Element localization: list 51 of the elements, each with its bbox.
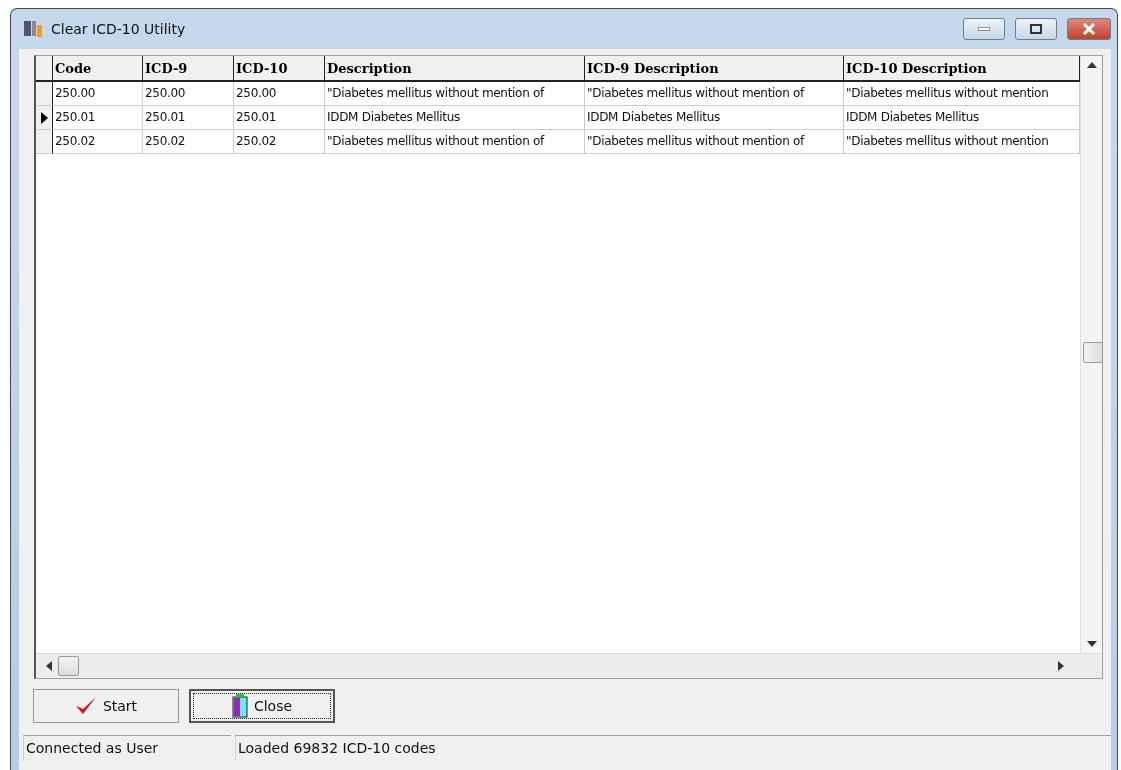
grid-corner	[36, 56, 53, 82]
window-title: Clear ICD-10 Utility	[51, 21, 187, 37]
table-cell: "Diabetes mellitus without mention of	[585, 130, 844, 154]
maximize-button[interactable]	[1015, 18, 1057, 40]
table-cell: 250.01	[53, 106, 143, 130]
scroll-thumb[interactable]	[58, 656, 79, 676]
table-cell: IDDM Diabetes Mellitus	[844, 106, 1080, 130]
row-indicator[interactable]	[36, 130, 53, 154]
minimize-button[interactable]	[963, 18, 1005, 40]
status-text: Loaded 69832 ICD-10 codes	[235, 735, 1111, 761]
column-header[interactable]: ICD-10 Description	[844, 56, 1080, 82]
table-cell: 250.00	[53, 82, 143, 106]
table-cell: IDDM Diabetes Mellitus	[585, 106, 844, 130]
maximize-icon	[1030, 24, 1042, 34]
vertical-scrollbar[interactable]	[1080, 56, 1102, 653]
table-cell: 250.02	[53, 130, 143, 154]
row-indicator[interactable]	[36, 82, 53, 106]
minimize-icon	[978, 27, 990, 31]
column-header[interactable]: ICD-9 Description	[585, 56, 844, 82]
scroll-thumb[interactable]	[1083, 342, 1103, 363]
scroll-right-icon[interactable]	[1058, 661, 1064, 671]
start-button[interactable]: Start	[33, 689, 179, 723]
table-cell: 250.02	[143, 130, 234, 154]
table-cell: "Diabetes mellitus without mention of	[325, 130, 585, 154]
table-cell: 250.01	[234, 106, 325, 130]
current-row-icon	[40, 111, 48, 124]
table-cell: 250.02	[234, 130, 325, 154]
table-cell: 250.01	[143, 106, 234, 130]
column-header[interactable]: Description	[325, 56, 585, 82]
close-button[interactable]: Close	[189, 689, 335, 723]
table-cell: "Diabetes mellitus without mention	[844, 130, 1080, 154]
table-cell: "Diabetes mellitus without mention	[844, 82, 1080, 106]
horizontal-scrollbar[interactable]	[36, 653, 1102, 678]
column-header[interactable]: ICD-10	[234, 56, 325, 82]
status-text: Connected as User	[23, 735, 231, 761]
scroll-left-icon[interactable]	[46, 661, 52, 671]
scroll-down-icon[interactable]	[1086, 641, 1097, 647]
close-icon	[1082, 23, 1096, 35]
tools-icon	[23, 19, 43, 39]
table-cell: "Diabetes mellitus without mention of	[585, 82, 844, 106]
scroll-up-icon[interactable]	[1086, 62, 1097, 68]
table-cell: "Diabetes mellitus without mention of	[325, 82, 585, 106]
table-cell: 250.00	[143, 82, 234, 106]
close-window-button[interactable]	[1067, 18, 1111, 40]
column-header[interactable]: ICD-9	[143, 56, 234, 82]
row-indicator[interactable]	[36, 106, 53, 130]
table-cell: 250.00	[234, 82, 325, 106]
column-header[interactable]: Code	[53, 56, 143, 82]
checkmark-icon	[74, 696, 97, 716]
table-cell: IDDM Diabetes Mellitus	[325, 106, 585, 130]
door-icon	[231, 694, 248, 718]
